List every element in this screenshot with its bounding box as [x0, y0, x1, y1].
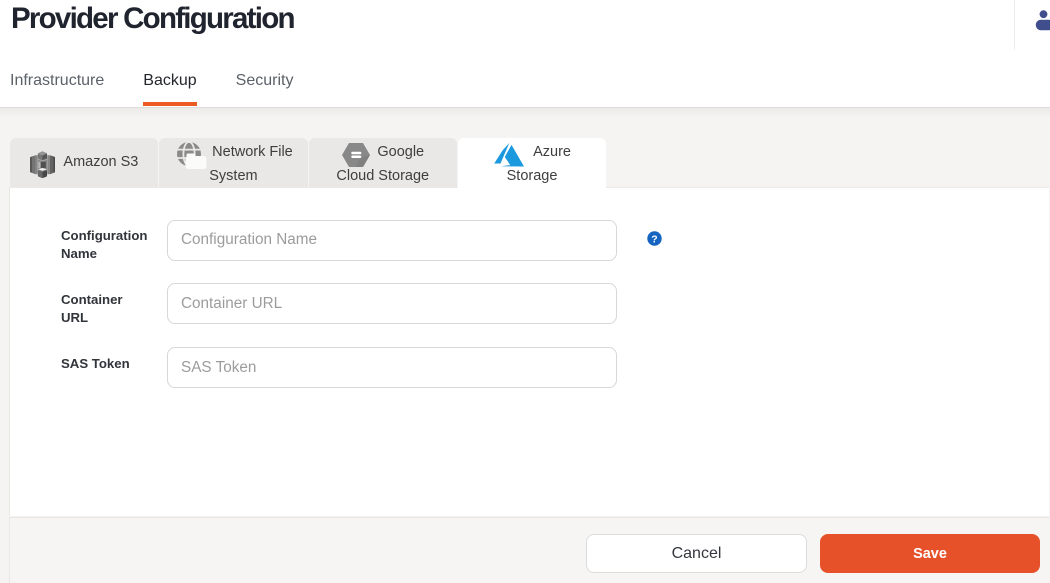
svg-text:?: ?: [651, 233, 657, 245]
